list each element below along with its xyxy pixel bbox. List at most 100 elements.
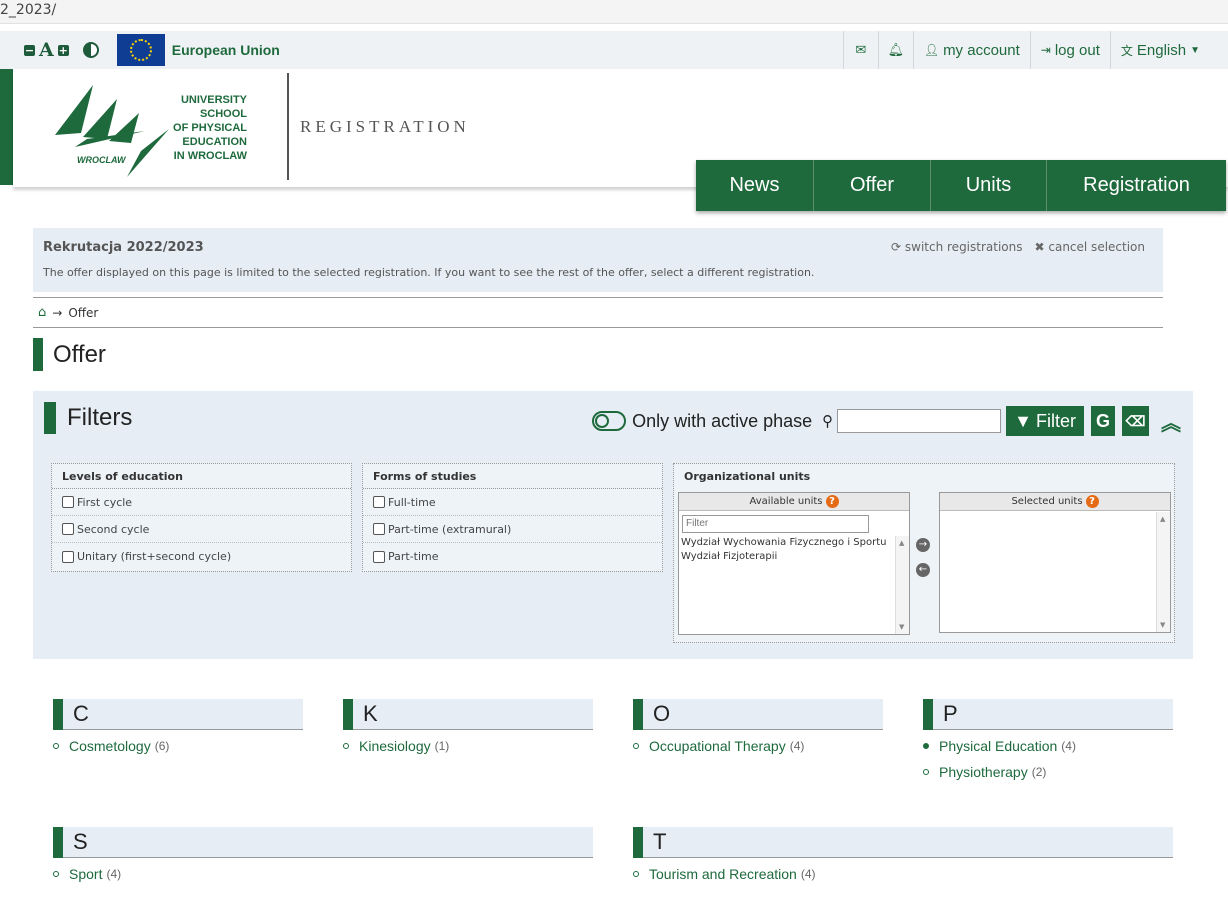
messages-button[interactable]: ✉: [842, 31, 878, 69]
close-icon: ✖: [1034, 240, 1049, 254]
units-filter-input[interactable]: [682, 514, 869, 533]
form-option-label: Full-time: [388, 495, 436, 509]
letter-header: S: [53, 826, 593, 858]
offer-link[interactable]: Physiotherapy (2): [923, 764, 1173, 780]
selected-units-title: Selected units: [1011, 496, 1083, 507]
language-selector[interactable]: 文 English ▼: [1109, 31, 1228, 69]
logout-link[interactable]: ⇥ log out: [1029, 31, 1110, 69]
page-title-text: Offer: [53, 340, 106, 368]
offer-count: (2): [1031, 765, 1047, 779]
remove-unit-arrow-left-icon[interactable]: ←: [916, 563, 930, 577]
letter-label: O: [653, 701, 671, 726]
available-units-list[interactable]: Wydział Wychowania Fizycznego i Sportu W…: [679, 535, 909, 634]
add-unit-arrow-right-icon[interactable]: →: [916, 538, 930, 552]
form-option[interactable]: Full-time: [363, 489, 662, 516]
bell-icon: 🔔︎: [887, 42, 905, 57]
level-option[interactable]: First cycle: [52, 489, 351, 516]
checkbox[interactable]: [62, 523, 74, 535]
g-button[interactable]: G: [1091, 406, 1115, 436]
offer-link-label: Cosmetology: [69, 738, 151, 754]
left-accent-bar: [0, 69, 13, 185]
offer-link[interactable]: Tourism and Recreation (4): [633, 866, 1173, 882]
scrollbar[interactable]: ▲ ▼: [895, 535, 909, 634]
letter-header: K: [343, 698, 593, 730]
eu-flag-icon: [116, 34, 165, 66]
search-input[interactable]: [837, 409, 1002, 433]
letter-group-c: C Cosmetology (6): [53, 698, 303, 754]
cancel-selection-link[interactable]: ✖ cancel selection: [1035, 240, 1146, 254]
checkbox[interactable]: [373, 523, 385, 535]
checkbox[interactable]: [62, 496, 74, 508]
level-option[interactable]: Second cycle: [52, 516, 351, 543]
user-icon: 👤︎: [923, 43, 940, 57]
bullet-icon: [923, 743, 929, 749]
chevron-down-icon: ▼: [1190, 44, 1200, 56]
form-option[interactable]: Part-time (extramural): [363, 516, 662, 543]
university-logo-icon[interactable]: WROCLAW: [53, 77, 173, 177]
nav-item-registration[interactable]: Registration: [1047, 160, 1226, 211]
level-option[interactable]: Unitary (first+second cycle): [52, 543, 351, 570]
offer-count: (6): [154, 739, 170, 753]
form-option[interactable]: Part-time: [363, 543, 662, 570]
nav-item-news[interactable]: News: [696, 160, 814, 211]
contrast-toggle-icon[interactable]: [82, 42, 99, 58]
offer-link[interactable]: Physical Education (4): [923, 738, 1173, 754]
checkbox[interactable]: [62, 550, 74, 563]
letter-header: C: [53, 698, 303, 730]
offer-link[interactable]: Sport (4): [53, 866, 593, 882]
registration-description: The offer displayed on this page is limi…: [43, 266, 815, 279]
nav-item-offer[interactable]: Offer: [814, 160, 931, 211]
active-phase-toggle[interactable]: [592, 411, 627, 431]
level-option-label: First cycle: [77, 495, 133, 509]
bullet-icon: [633, 871, 639, 877]
letter-header: O: [633, 698, 883, 730]
list-item[interactable]: Wydział Fizjoterapii: [679, 550, 909, 564]
letter-label: C: [73, 701, 89, 726]
home-icon[interactable]: ⌂: [38, 305, 46, 320]
offer-link-label: Occupational Therapy: [649, 738, 786, 754]
checkbox[interactable]: [373, 496, 385, 508]
collapse-chevron-icon[interactable]: ︽: [1161, 407, 1181, 436]
font-increase-icon[interactable]: +: [57, 44, 69, 56]
font-size-icon[interactable]: A: [39, 40, 54, 60]
letter-label: K: [363, 701, 378, 726]
offer-link[interactable]: Occupational Therapy (4): [633, 738, 883, 754]
font-decrease-icon[interactable]: −: [24, 44, 35, 56]
letter-group-t: T Tourism and Recreation (4): [633, 826, 1173, 882]
checkbox[interactable]: [373, 550, 385, 563]
letter-label: P: [943, 701, 958, 726]
filters-header: Filters: [44, 402, 132, 434]
offer-link[interactable]: Cosmetology (6): [53, 738, 303, 754]
offer-count: (4): [1061, 739, 1076, 753]
help-icon[interactable]: ?: [1085, 495, 1099, 508]
switch-registrations-label: switch registrations: [904, 240, 1023, 254]
logout-label: log out: [1054, 41, 1100, 59]
letter-label: S: [73, 829, 88, 854]
filter-button-label: Filter: [1036, 410, 1076, 431]
eraser-button[interactable]: ⌫: [1122, 406, 1149, 436]
nav-item-units[interactable]: Units: [931, 160, 1047, 211]
scrollbar[interactable]: ▲ ▼: [1156, 512, 1170, 632]
browser-url-bar[interactable]: 2_2023/: [0, 0, 1228, 24]
notifications-button[interactable]: 🔔︎: [877, 31, 913, 69]
my-account-link[interactable]: 👤︎ my account: [912, 31, 1030, 69]
offer-link[interactable]: Kinesiology (1): [343, 738, 593, 754]
filters-title: Filters: [67, 404, 133, 431]
letter-header: T: [633, 826, 1173, 858]
switch-registrations-link[interactable]: ⟳ switch registrations: [891, 240, 1022, 254]
letter-group-k: K Kinesiology (1): [343, 698, 593, 754]
offer-count: (4): [106, 867, 122, 881]
filters-toolbar: Only with active phase ⚲ ▼ Filter G ⌫ ︽: [592, 406, 1181, 436]
cancel-selection-label: cancel selection: [1048, 240, 1145, 254]
main-navigation: News Offer Units Registration: [696, 160, 1226, 211]
filter-button[interactable]: ▼ Filter: [1006, 406, 1084, 436]
section-title: REGISTRATION: [300, 117, 470, 136]
list-item[interactable]: Wydział Wychowania Fizycznego i Sportu: [679, 536, 909, 550]
letter-accent-bar: [53, 826, 63, 858]
bullet-icon: [923, 769, 929, 775]
help-icon[interactable]: ?: [825, 495, 839, 508]
scroll-up-icon: ▲: [1160, 515, 1166, 523]
title-accent-bar: [33, 338, 43, 371]
funnel-icon: ▼: [1014, 410, 1032, 431]
levels-of-education-box: Levels of education First cycle Second c…: [51, 463, 352, 572]
